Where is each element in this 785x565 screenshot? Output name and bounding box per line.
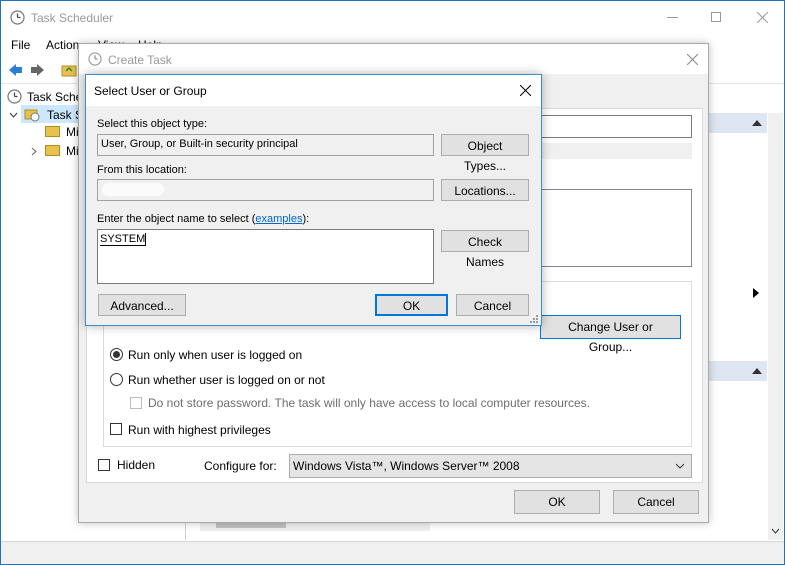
select-user-dialog: Select User or Group Select this object … [85,74,542,326]
menu-action[interactable]: Action [46,38,79,52]
main-window-title: Task Scheduler [31,11,114,25]
change-user-button[interactable]: Change User or Group... [540,315,681,354]
object-types-button[interactable]: Object Types... [441,134,529,173]
resize-grip-icon[interactable] [529,314,539,324]
status-bar [1,541,784,564]
object-type-label: Select this object type: [97,118,208,130]
actions-header[interactable] [709,113,767,133]
run-highest-privileges-label: Run with highest privileges [128,423,271,437]
enter-name-label: Enter the object name to select (example… [97,213,309,225]
object-type-field: User, Group, or Built-in security princi… [97,134,434,156]
location-label: From this location: [97,164,187,176]
create-task-cancel-button[interactable]: Cancel [613,490,699,514]
check-names-button[interactable]: Check Names [441,230,529,269]
select-user-ok-button[interactable]: OK [375,294,448,316]
chevron-down-icon[interactable] [9,111,18,120]
hidden-checkbox[interactable] [98,459,110,471]
clock-icon [7,89,22,104]
scroll-down-icon[interactable] [771,528,780,534]
chevron-down-icon [675,463,685,469]
collapse-up-icon[interactable] [752,119,762,126]
name-field[interactable] [540,115,692,138]
folder-clock-icon [24,109,40,122]
location-redaction [102,183,164,196]
actions-scrollbar[interactable] [768,113,783,540]
run-whether-logged-on-label: Run whether user is logged on or not [128,373,325,387]
minimize-icon[interactable] [667,17,678,18]
library-actions-header[interactable] [709,361,767,381]
configure-for-label: Configure for: [204,459,277,473]
do-not-store-password-label: Do not store password. The task will onl… [148,396,590,410]
object-name-textarea[interactable]: SYSTEM [97,229,434,284]
create-task-titlebar: Create Task [79,44,708,74]
location-strip [540,143,692,159]
create-task-ok-button[interactable]: OK [514,490,600,514]
folder-icon [45,145,60,156]
description-field[interactable] [540,189,692,267]
back-icon[interactable] [7,62,23,78]
select-user-titlebar: Select User or Group [86,75,541,106]
clock-icon [10,10,25,25]
menu-file[interactable]: File [11,38,30,52]
folder-up-icon[interactable] [61,62,77,78]
close-icon[interactable] [687,54,698,65]
main-titlebar: Task Scheduler [1,1,784,34]
submenu-arrow-icon[interactable] [753,288,759,298]
run-only-logged-on-label: Run only when user is logged on [128,348,303,362]
enter-name-label-prefix: Enter the object name to select ( [97,213,256,225]
object-name-value: SYSTEM [100,233,147,246]
configure-for-value: Windows Vista™, Windows Server™ 2008 [293,459,520,473]
chevron-right-icon[interactable] [30,147,39,156]
close-icon[interactable] [757,12,768,23]
enter-name-label-suffix: ): [302,213,310,225]
actions-pane [709,85,784,540]
collapse-up-icon[interactable] [752,367,762,374]
folder-icon [45,126,60,137]
locations-button[interactable]: Locations... [441,179,529,201]
create-task-title: Create Task [108,53,172,67]
tree-child-mi[interactable]: Mi [66,144,79,158]
configure-for-select[interactable]: Windows Vista™, Windows Server™ 2008 [289,454,692,478]
run-only-logged-on-radio[interactable] [110,348,123,361]
hidden-label: Hidden [117,458,156,472]
maximize-icon[interactable] [711,12,721,22]
run-whether-logged-on-radio[interactable] [110,373,123,386]
do-not-store-password-checkbox[interactable] [130,397,142,409]
close-icon[interactable] [520,85,531,96]
examples-link[interactable]: examples [255,213,302,225]
select-user-cancel-button[interactable]: Cancel [456,294,529,316]
run-highest-privileges-checkbox[interactable] [110,423,122,435]
forward-icon[interactable] [30,62,46,78]
select-user-title: Select User or Group [94,84,207,98]
advanced-button[interactable]: Advanced... [98,294,186,316]
clock-icon [88,52,102,66]
